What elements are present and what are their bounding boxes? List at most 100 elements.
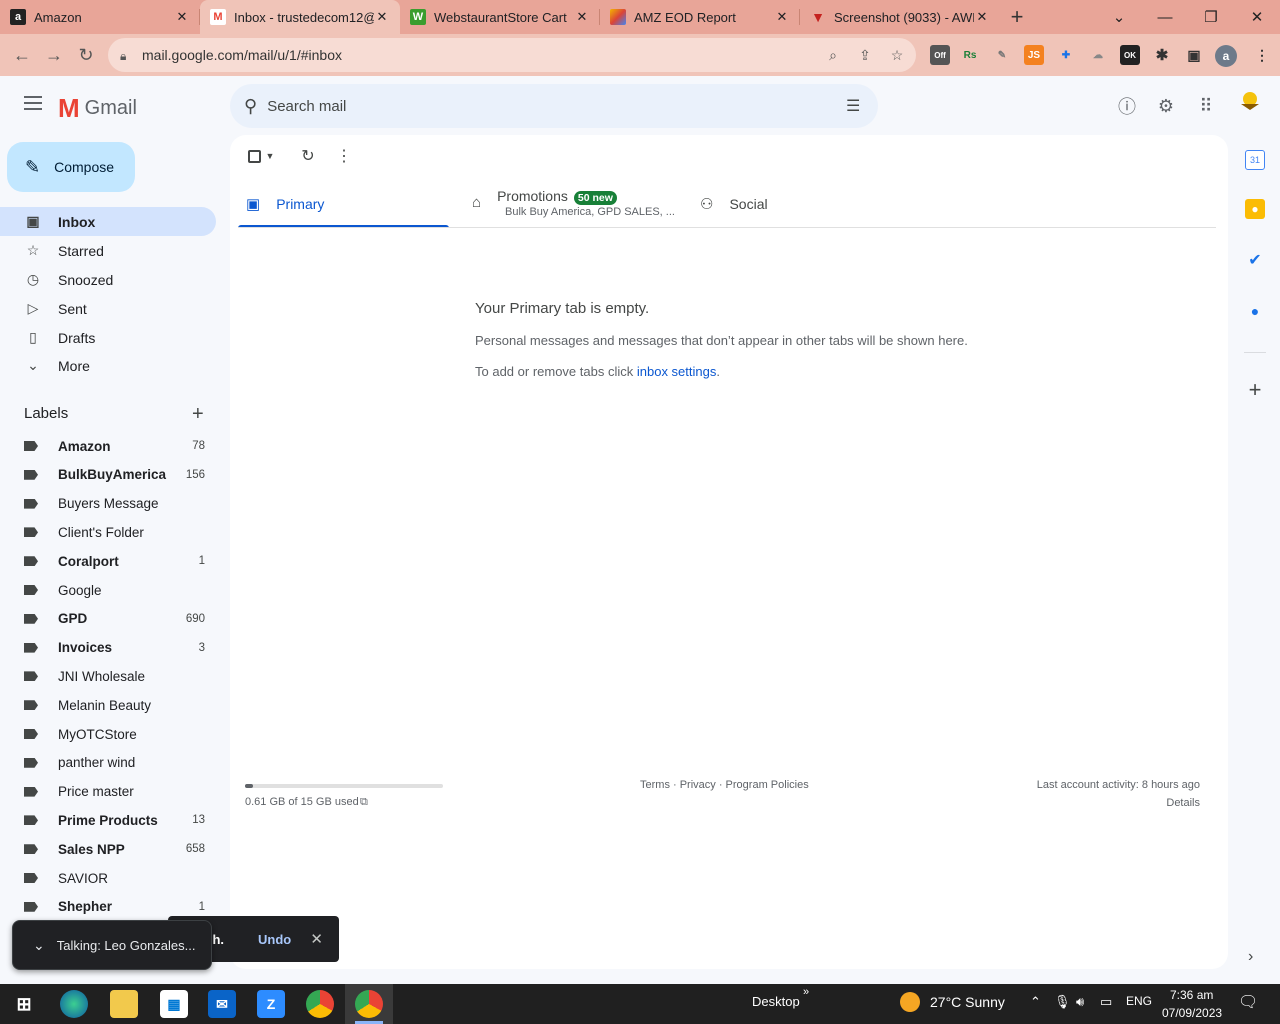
tab-primary[interactable]: ▣ Primary (238, 180, 449, 228)
label-item[interactable]: GPD 690 (0, 606, 216, 632)
tab-search-icon[interactable]: ⌄ (1096, 0, 1142, 34)
clock-time[interactable]: 7:36 am (1170, 988, 1213, 1002)
forward-button[interactable]: → (38, 39, 70, 71)
label-item[interactable]: Price master (0, 779, 216, 805)
inbox-settings-link[interactable]: inbox settings (637, 364, 717, 379)
tab-social[interactable]: ⚇ Social (700, 180, 900, 228)
address-bar[interactable]: 🔒︎ mail.google.com/mail/u/1/#inbox (108, 38, 916, 72)
extension-js-icon[interactable]: JS (1024, 45, 1044, 65)
network-icon[interactable]: ▭ (1100, 994, 1112, 1010)
sidebar-item-drafts[interactable]: ▯ Drafts (0, 323, 216, 352)
notifications-icon[interactable]: 🗨︎ (1238, 992, 1258, 1012)
sidebar-item-inbox[interactable]: ▣ Inbox (0, 207, 216, 236)
footer-links[interactable]: Terms · Privacy · Program Policies (640, 779, 809, 791)
bookmark-star-icon[interactable]: ☆ (888, 46, 906, 64)
label-item[interactable]: Invoices 3 (0, 635, 216, 661)
extensions-puzzle-icon[interactable]: ✱ (1152, 45, 1172, 65)
side-panel-icon[interactable]: ▣ (1184, 45, 1204, 65)
keep-icon[interactable]: ● (1245, 199, 1265, 219)
minimize-button[interactable]: — (1142, 0, 1188, 34)
chevron-down-icon[interactable]: ⌄ (33, 937, 45, 954)
edge-icon[interactable] (60, 990, 88, 1018)
label-item[interactable]: Sales NPP 658 (0, 836, 216, 862)
extension-cloud-icon[interactable]: ☁ (1088, 45, 1108, 65)
file-explorer-icon[interactable] (110, 990, 138, 1018)
select-dropdown-icon[interactable]: ▼ (266, 151, 275, 161)
share-icon[interactable]: ⇪ (856, 46, 874, 64)
browser-tab-webstaurant[interactable]: W WebstaurantStore Cart ✕ (400, 0, 600, 34)
weather-sun-icon[interactable] (900, 992, 920, 1012)
label-item[interactable]: Client's Folder (0, 519, 216, 545)
extension-blue-icon[interactable]: ✚ (1056, 45, 1076, 65)
select-all-checkbox[interactable]: ▼ (246, 146, 276, 166)
tray-expand-icon[interactable]: ⌃ (1030, 994, 1041, 1010)
browser-tab-screenshot[interactable]: ▼ Screenshot (9033) - AWL ✕ (800, 0, 1000, 34)
calendar-icon[interactable]: 31 (1245, 150, 1265, 170)
close-tab-icon[interactable]: ✕ (774, 9, 790, 25)
desktop-toolbar-label[interactable]: Desktop (752, 994, 800, 1009)
close-tab-icon[interactable]: ✕ (574, 9, 590, 25)
browser-tab-gmail[interactable]: M Inbox - trustedecom12@g ✕ (200, 0, 400, 34)
browser-menu-icon[interactable]: ⋮ (1252, 45, 1272, 65)
extension-ok-icon[interactable]: OK (1120, 45, 1140, 65)
close-tab-icon[interactable]: ✕ (974, 9, 990, 25)
zoom-icon[interactable]: ⌕ (824, 46, 842, 64)
label-item[interactable]: SAVIOR (0, 865, 216, 891)
chrome-active-icon[interactable] (355, 990, 383, 1018)
extension-generic-icon[interactable]: ✎ (992, 45, 1012, 65)
tasks-icon[interactable]: ✔ (1245, 250, 1265, 270)
browser-tab-amazon[interactable]: a Amazon ✕ (0, 0, 200, 34)
create-label-icon[interactable]: + (192, 403, 204, 426)
undo-button[interactable]: Undo (258, 932, 291, 947)
gmail-logo[interactable]: M Gmail (58, 93, 137, 124)
label-item[interactable]: panther wind (0, 750, 216, 776)
contacts-icon[interactable]: ● (1245, 301, 1265, 321)
label-item[interactable]: Prime Products 13 (0, 807, 216, 833)
label-item[interactable]: Amazon 78 (0, 433, 216, 459)
search-options-icon[interactable]: ☰ (846, 96, 864, 115)
more-options-icon[interactable]: ⋮ (334, 146, 354, 166)
speaker-icon[interactable]: 🔊︎ (1076, 994, 1084, 1010)
windows-start-icon[interactable]: ⊞ (10, 990, 38, 1018)
label-item[interactable]: BulkBuyAmerica 156 (0, 462, 216, 488)
search-input[interactable]: Search mail (267, 98, 346, 115)
label-item[interactable]: Buyers Message (0, 491, 216, 517)
extension-rs-icon[interactable]: Rs (960, 45, 980, 65)
close-snackbar-icon[interactable]: ✕ (310, 930, 323, 948)
label-item[interactable]: MyOTCStore (0, 721, 216, 747)
label-item[interactable]: Coralport 1 (0, 548, 216, 574)
search-bar[interactable]: ⚲ Search mail ☰ (230, 84, 878, 128)
label-item[interactable]: JNI Wholesale (0, 663, 216, 689)
open-storage-icon[interactable]: ⧉ (360, 796, 368, 809)
reload-button[interactable]: ↻ (70, 39, 102, 71)
help-icon[interactable]: ⓘ (1115, 94, 1139, 118)
apps-grid-icon[interactable]: ⠿ (1194, 94, 1218, 118)
close-tab-icon[interactable]: ✕ (174, 9, 190, 25)
sidebar-item-sent[interactable]: ▷ Sent (0, 294, 216, 323)
label-item[interactable]: Melanin Beauty (0, 692, 216, 718)
zoom-app-icon[interactable]: Z (257, 990, 285, 1018)
add-addon-icon[interactable]: + (1245, 377, 1265, 402)
language-indicator[interactable]: ENG (1126, 994, 1152, 1008)
new-tab-button[interactable]: + (1000, 0, 1034, 34)
account-logo-icon[interactable] (1236, 90, 1264, 120)
weather-text[interactable]: 27°C Sunny (930, 994, 1005, 1010)
close-window-button[interactable]: ✕ (1234, 0, 1280, 34)
mail-icon[interactable]: ✉ (208, 990, 236, 1018)
tab-promotions[interactable]: ⌂ Promotions 50 new (472, 180, 682, 228)
restore-button[interactable]: ❐ (1188, 0, 1234, 34)
details-link[interactable]: Details (1166, 797, 1200, 809)
profile-avatar[interactable]: a (1215, 45, 1237, 67)
microphone-icon[interactable]: 🎙︎ (1054, 994, 1071, 1010)
toolbar-expand-icon[interactable]: » (803, 986, 809, 998)
label-item[interactable]: Google (0, 577, 216, 603)
refresh-icon[interactable]: ↻ (298, 146, 318, 166)
sidebar-item-starred[interactable]: ☆ Starred (0, 236, 216, 265)
main-menu-icon[interactable] (20, 90, 46, 116)
talking-toast[interactable]: ⌄ Talking: Leo Gonzales... (12, 920, 212, 970)
close-tab-icon[interactable]: ✕ (374, 9, 390, 25)
sidebar-item-snoozed[interactable]: ◷ Snoozed (0, 265, 216, 294)
store-icon[interactable]: ▦ (160, 990, 188, 1018)
clock-date[interactable]: 07/09/2023 (1162, 1006, 1222, 1020)
extension-off-icon[interactable]: Off (930, 45, 950, 65)
